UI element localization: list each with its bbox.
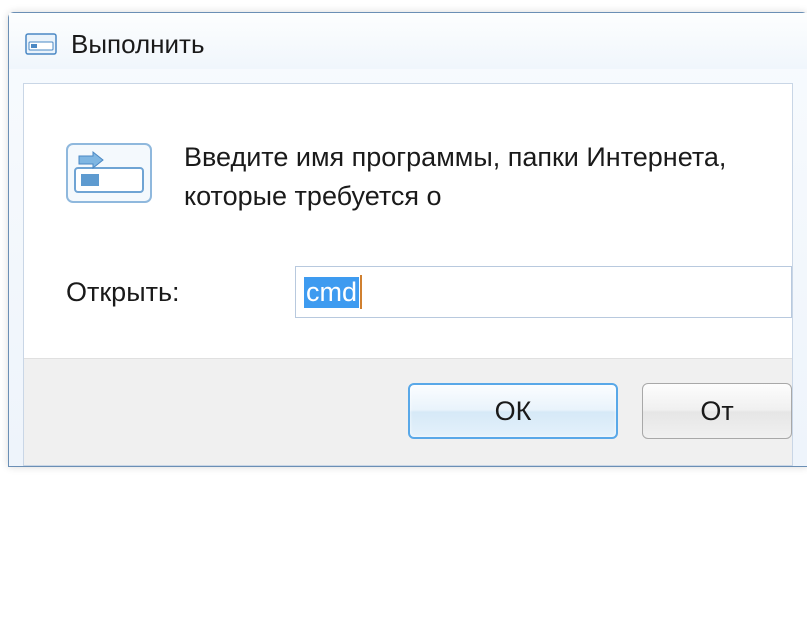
input-selected-text: cmd bbox=[304, 277, 359, 308]
open-input[interactable]: cmd bbox=[295, 266, 792, 318]
cancel-button-label: От bbox=[700, 396, 733, 427]
text-cursor bbox=[360, 275, 362, 309]
cancel-button[interactable]: От bbox=[642, 383, 792, 439]
ok-button[interactable]: ОК bbox=[408, 383, 618, 439]
info-text: Введите имя программы, папки Интернета, … bbox=[184, 134, 762, 216]
ok-button-label: ОК bbox=[495, 396, 532, 427]
input-row: Открыть: cmd bbox=[24, 246, 792, 358]
run-icon-large bbox=[64, 138, 154, 208]
info-row: Введите имя программы, папки Интернета, … bbox=[24, 114, 792, 246]
window-title: Выполнить bbox=[71, 29, 205, 60]
titlebar[interactable]: Выполнить bbox=[9, 13, 807, 69]
run-dialog-window: Выполнить Введите имя программы, папки И… bbox=[8, 12, 807, 467]
dialog-content: Введите имя программы, папки Интернета, … bbox=[23, 83, 793, 466]
open-label: Открыть: bbox=[66, 277, 295, 308]
button-row: ОК От bbox=[24, 358, 792, 465]
run-icon bbox=[25, 32, 57, 56]
